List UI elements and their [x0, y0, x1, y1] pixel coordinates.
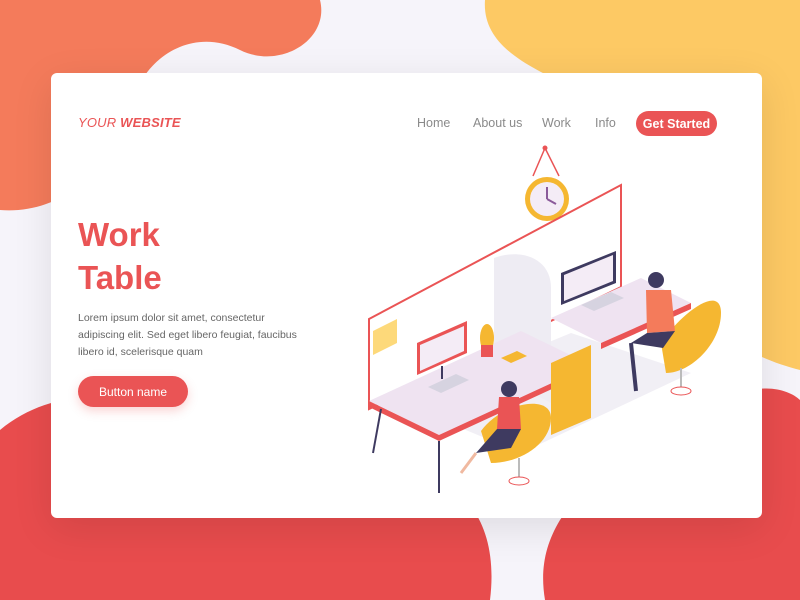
wall-clock	[525, 145, 569, 221]
hero-description: Lorem ipsum dolor sit amet, consectetur …	[78, 312, 297, 358]
logo-bold: WEBSITE	[120, 115, 181, 130]
nav-about-us[interactable]: About us	[473, 116, 522, 130]
nav-info[interactable]: Info	[595, 116, 616, 130]
logo-prefix: YOUR	[78, 115, 117, 130]
primary-button[interactable]: Button name	[78, 376, 188, 407]
office-workspace-illustration	[368, 145, 721, 493]
plant	[480, 324, 494, 357]
logo[interactable]: YOUR WEBSITE	[78, 115, 181, 130]
title-line-2: Table	[78, 259, 162, 296]
title-line-1: Work	[78, 216, 160, 253]
landing-card: YOUR WEBSITE Home About us Work Info Get…	[51, 73, 762, 518]
page-title: Work Table	[78, 213, 162, 299]
nav-work[interactable]: Work	[542, 116, 571, 130]
nav-home[interactable]: Home	[417, 116, 450, 130]
